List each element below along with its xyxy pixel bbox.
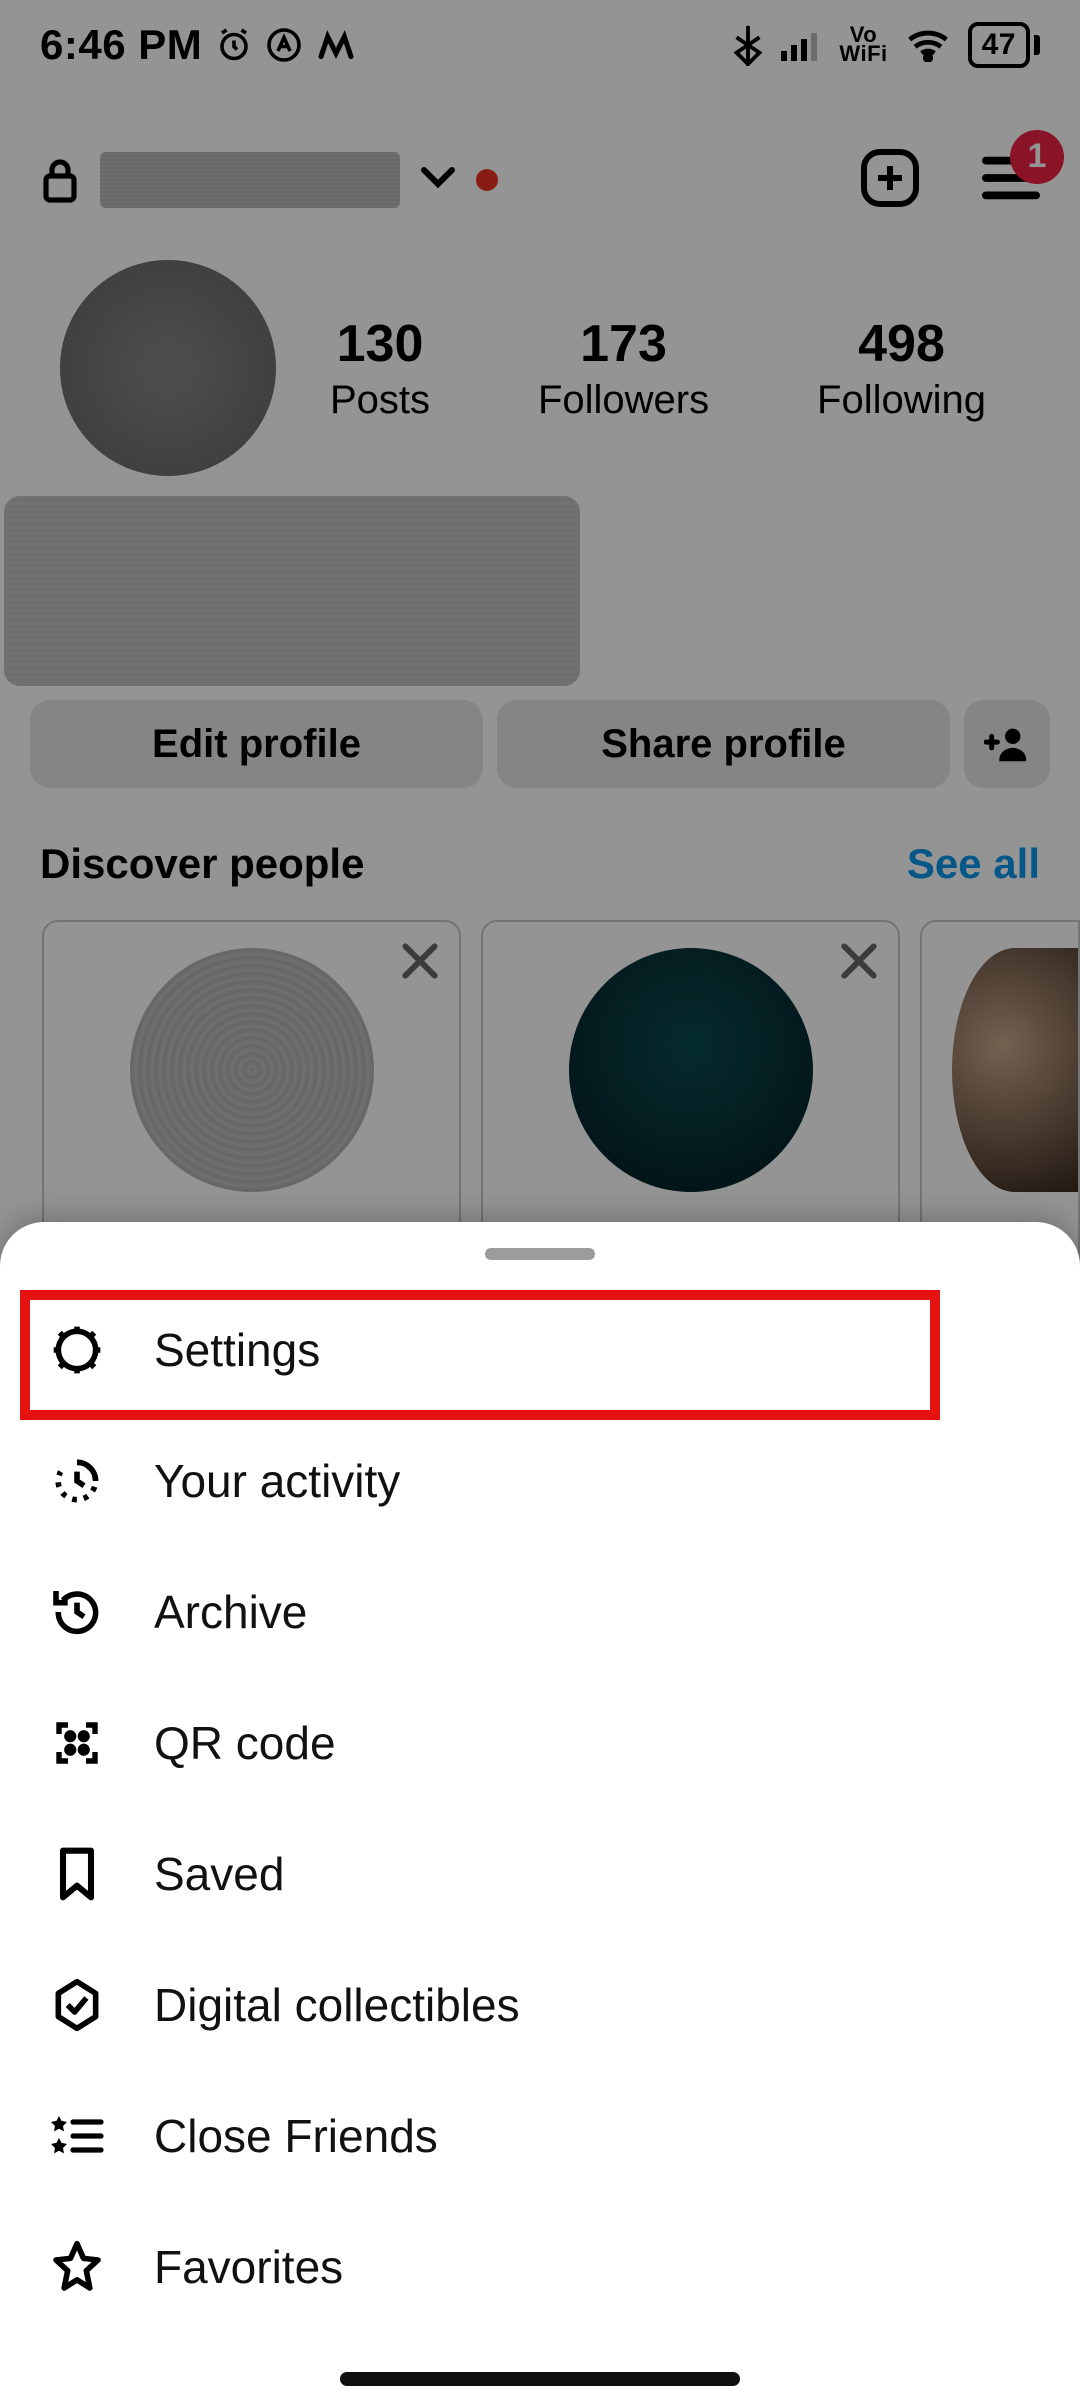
menu-label: Your activity xyxy=(154,1454,400,1508)
menu-item-settings[interactable]: Settings xyxy=(0,1284,1080,1415)
home-indicator[interactable] xyxy=(340,2372,740,2386)
qr-icon xyxy=(48,1716,106,1770)
menu-label: Close Friends xyxy=(154,2109,438,2163)
star-icon xyxy=(48,2239,106,2295)
menu-bottom-sheet: Settings Your activity Archive QR code xyxy=(0,1222,1080,2400)
menu-label: Archive xyxy=(154,1585,307,1639)
menu-item-saved[interactable]: Saved xyxy=(0,1808,1080,1939)
menu-item-qr[interactable]: QR code xyxy=(0,1677,1080,1808)
menu-label: Settings xyxy=(154,1323,320,1377)
menu-label: QR code xyxy=(154,1716,336,1770)
menu-label: Digital collectibles xyxy=(154,1978,520,2032)
menu-item-close-friends[interactable]: Close Friends xyxy=(0,2070,1080,2201)
sheet-grabber[interactable] xyxy=(485,1248,595,1260)
menu-list: Settings Your activity Archive QR code xyxy=(0,1284,1080,2332)
menu-label: Saved xyxy=(154,1847,284,1901)
menu-item-favorites[interactable]: Favorites xyxy=(0,2201,1080,2332)
hexagon-check-icon xyxy=(48,1977,106,2033)
star-list-icon xyxy=(48,2112,106,2160)
menu-item-archive[interactable]: Archive xyxy=(0,1546,1080,1677)
screen: 6:46 PM Vo WiFi xyxy=(0,0,1080,2400)
bookmark-icon xyxy=(48,1846,106,1902)
menu-item-digital-collectibles[interactable]: Digital collectibles xyxy=(0,1939,1080,2070)
activity-icon xyxy=(48,1453,106,1509)
menu-item-activity[interactable]: Your activity xyxy=(0,1415,1080,1546)
gear-icon xyxy=(48,1322,106,1378)
menu-label: Favorites xyxy=(154,2240,343,2294)
archive-icon xyxy=(48,1584,106,1640)
